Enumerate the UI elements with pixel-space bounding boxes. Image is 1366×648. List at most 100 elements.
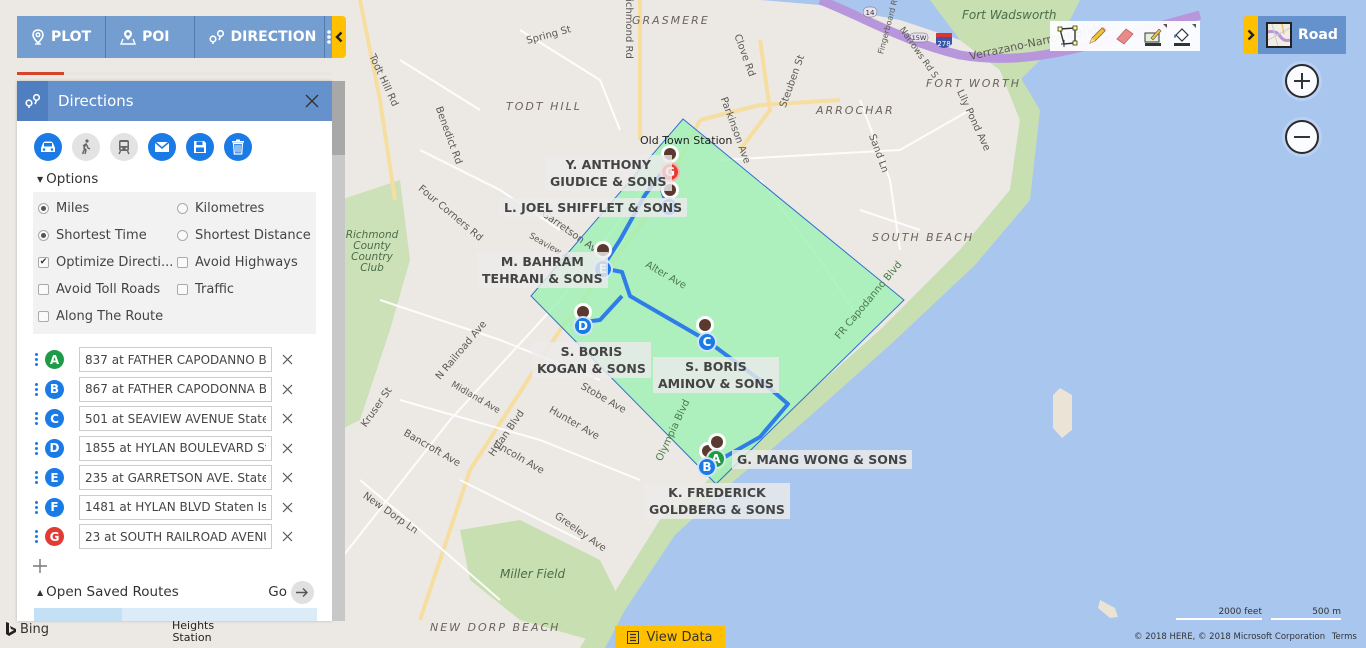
expand-styles-button[interactable] (1243, 16, 1258, 54)
close-icon (282, 531, 292, 542)
remove-waypoint-button[interactable] (280, 530, 294, 544)
shortest-distance-radio[interactable]: Shortest Distance (177, 228, 316, 243)
zoom-in-button[interactable] (1285, 64, 1319, 98)
terms-link[interactable]: Terms (1332, 632, 1357, 642)
waypoint-input-b[interactable] (79, 376, 272, 402)
saved-routes-row: ▲ Open Saved Routes Go (17, 577, 332, 604)
waypoint-input-c[interactable] (79, 406, 272, 432)
fill-button[interactable] (1170, 24, 1196, 48)
drag-handle-icon[interactable] (35, 500, 39, 514)
view-data-button[interactable]: View Data (615, 626, 725, 648)
save-route-button[interactable] (186, 133, 214, 161)
saved-routes-column-header (34, 607, 122, 621)
eraser-button[interactable] (1113, 24, 1137, 48)
waypoint-input-a[interactable] (79, 347, 272, 373)
waypoint-input-e[interactable] (79, 465, 272, 491)
plus-icon (33, 558, 47, 573)
avoid-toll-roads-label: Avoid Toll Roads (56, 282, 161, 297)
remove-waypoint-button[interactable] (280, 441, 294, 455)
add-waypoint-button[interactable] (17, 552, 47, 577)
remove-waypoint-button[interactable] (280, 412, 294, 426)
more-menu-button[interactable] (325, 16, 332, 58)
radio-selected (38, 230, 49, 241)
open-saved-routes-toggle[interactable]: Open Saved Routes (46, 584, 268, 600)
avoid-toll-roads-checkbox[interactable]: Avoid Toll Roads (38, 282, 177, 297)
plot-button[interactable]: PLOT (17, 16, 107, 58)
close-directions-button[interactable] (292, 94, 332, 108)
bing-logo-icon (6, 622, 16, 636)
polygon-select-button[interactable] (1056, 24, 1080, 48)
driving-mode-button[interactable] (34, 133, 62, 161)
direction-button[interactable]: DIRECTION (195, 16, 326, 58)
directions-header: Directions (17, 81, 332, 121)
miles-radio[interactable]: Miles (38, 201, 177, 216)
drag-handle-icon[interactable] (35, 382, 39, 396)
email-directions-button[interactable] (148, 133, 176, 161)
street-label: Richmond Rd (622, 0, 634, 59)
directions-icon (24, 93, 40, 108)
scrollbar-thumb[interactable] (332, 81, 345, 155)
optimize-directions-checkbox[interactable]: ✔ Optimize Directi... (38, 255, 177, 270)
waypoint-input-f[interactable] (79, 494, 272, 520)
shortest-time-radio[interactable]: Shortest Time (38, 228, 177, 243)
drag-handle-icon[interactable] (35, 471, 39, 485)
drag-handle-icon[interactable] (35, 353, 39, 367)
directions-scrollbar[interactable] (332, 81, 345, 621)
drag-handle-icon[interactable] (35, 412, 39, 426)
pencil-button[interactable] (1085, 24, 1109, 48)
waypoint-badge-d: D (45, 438, 64, 458)
go-label[interactable]: Go (268, 584, 287, 600)
kilometres-radio[interactable]: Kilometres (177, 201, 316, 216)
park-label: Richmond County Country Club (345, 229, 399, 274)
waypoint-input-g[interactable] (79, 524, 272, 550)
edit-shape-button[interactable] (1141, 24, 1168, 48)
waypoint-c[interactable]: C (697, 332, 717, 352)
remove-waypoint-button[interactable] (280, 382, 294, 396)
direction-label: DIRECTION (230, 29, 317, 45)
main-toolbar: PLOT POI DIRECTION (17, 16, 332, 58)
remove-waypoint-button[interactable] (280, 500, 294, 514)
travel-mode-toolbar (17, 121, 332, 161)
options-toggle[interactable]: ▼ Options (17, 161, 332, 187)
poi-label: POI (142, 29, 170, 45)
kilometres-label: Kilometres (195, 201, 265, 216)
location-pin-icon (32, 29, 44, 45)
area-label: TODT HILL (506, 100, 582, 113)
checkmark-icon: ✔ (38, 257, 49, 268)
area-label: ARROCHAR (816, 104, 895, 117)
traffic-checkbox[interactable]: Traffic (177, 282, 316, 297)
bing-logo[interactable]: Bing (5, 621, 49, 637)
close-icon (282, 502, 292, 513)
zoom-in-icon (1294, 73, 1310, 89)
close-icon (282, 472, 292, 483)
zoom-out-button[interactable] (1285, 120, 1319, 154)
close-icon (282, 354, 292, 365)
delete-route-button[interactable] (224, 133, 252, 161)
road-style-button[interactable]: Road (1258, 16, 1346, 54)
avoid-highways-checkbox[interactable]: Avoid Highways (177, 255, 316, 270)
remove-waypoint-button[interactable] (280, 353, 294, 367)
eraser-icon (1116, 28, 1134, 45)
drag-handle-icon[interactable] (35, 530, 39, 544)
go-button[interactable] (291, 580, 314, 604)
waypoint-b[interactable]: B (697, 457, 717, 477)
drag-handle-icon[interactable] (35, 441, 39, 455)
along-the-route-checkbox[interactable]: Along The Route (38, 309, 182, 324)
pin-label-g: Y. ANTHONY GIUDICE & SONS (545, 155, 672, 191)
station-label: Old Town Station (640, 134, 733, 147)
poi-button[interactable]: POI (106, 16, 195, 58)
directions-panel: Directions ▼ Options Miles Kilometres Sh… (17, 81, 332, 621)
waypoint-input-d[interactable] (79, 435, 272, 461)
train-icon (118, 140, 130, 155)
remove-waypoint-button[interactable] (280, 471, 294, 485)
radio-unselected (177, 230, 188, 241)
save-icon (194, 141, 206, 153)
walking-mode-button[interactable] (72, 133, 100, 161)
collapse-panel-button[interactable] (332, 16, 346, 58)
waypoint-d[interactable]: D (573, 316, 593, 336)
transit-mode-button[interactable] (110, 133, 138, 161)
poi-icon (120, 30, 137, 45)
station-label: Heights Station (172, 619, 215, 644)
road-label: Road (1298, 27, 1338, 43)
chevron-right-icon (1247, 29, 1255, 41)
